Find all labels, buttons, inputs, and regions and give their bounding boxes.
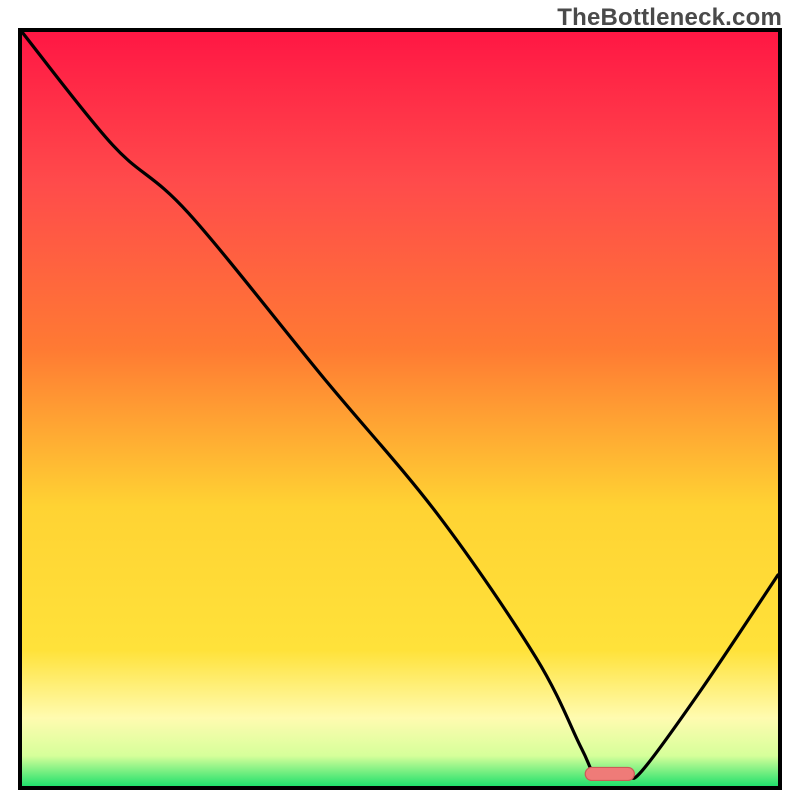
- optimal-marker: [585, 767, 634, 780]
- gradient-background: [22, 32, 778, 786]
- chart-svg: [22, 32, 778, 786]
- chart-frame: TheBottleneck.com: [0, 0, 800, 800]
- plot-area: [18, 28, 782, 790]
